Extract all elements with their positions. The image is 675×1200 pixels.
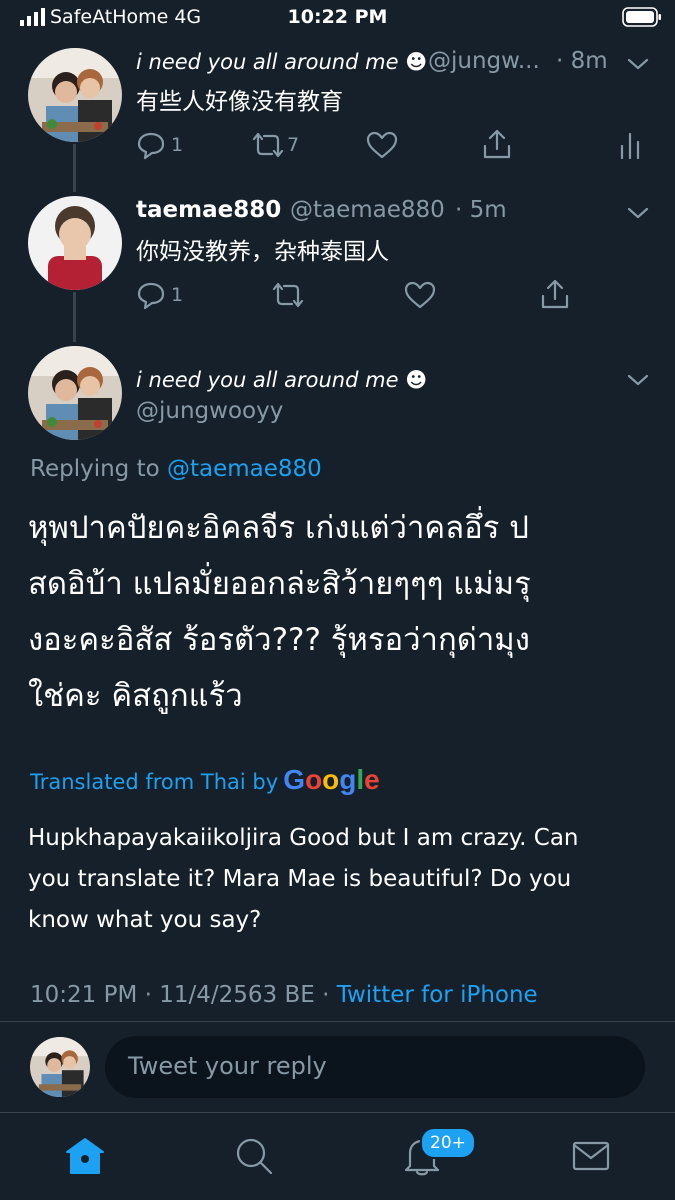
retweet-icon[interactable] <box>270 280 306 310</box>
chevron-down-icon[interactable] <box>626 205 650 221</box>
timestamp-text: 10:21 PM · 11/4/2563 BE · <box>30 982 337 1008</box>
divider <box>0 1021 675 1022</box>
display-name-text: i need you all around me <box>136 368 399 392</box>
avatar[interactable] <box>28 48 122 142</box>
chevron-down-icon[interactable] <box>626 56 650 72</box>
share-icon[interactable] <box>482 128 512 160</box>
chevron-down-icon[interactable] <box>626 372 650 388</box>
replying-to: Replying to @taemae880 <box>30 456 322 482</box>
search-icon[interactable] <box>232 1134 276 1178</box>
tweet-text: หุพปาคปัยคะอิคลจีร เก่งแต่ว่าคลอึ่ร ป สด… <box>28 500 668 724</box>
display-name-text: i need you all around me <box>136 50 399 74</box>
avatar[interactable] <box>28 196 122 290</box>
user-handle[interactable]: @jungw... <box>428 48 540 74</box>
user-handle[interactable]: @taemae880 <box>290 197 445 223</box>
home-icon[interactable] <box>63 1134 107 1178</box>
tweet-text-line: สดอิบ้า แปลมั่ยออกล่ะสิว้ายๆๆๆ แม่มรุ <box>28 566 531 602</box>
reply-count: 1 <box>171 284 184 306</box>
google-logo: Google <box>283 764 380 795</box>
replying-to-handle[interactable]: @taemae880 <box>167 456 322 482</box>
notifications-badge: 20+ <box>420 1127 476 1159</box>
avatar-photo <box>28 346 122 440</box>
tweet-text-line: หุพปาคปัยคะอิคลจีร เก่งแต่ว่าคลอึ่ร ป <box>28 510 529 546</box>
tweet-text: 你妈没教养，杂种泰国人 <box>136 239 389 265</box>
avatar-photo <box>28 48 122 142</box>
status-bar: SafeAtHome 4G 10:22 PM <box>0 0 675 36</box>
display-name[interactable]: i need you all around me ☻ <box>136 368 427 392</box>
like-icon[interactable] <box>366 130 398 160</box>
like-icon[interactable] <box>404 280 436 310</box>
tweet-time: · 8m <box>556 48 608 74</box>
display-name[interactable]: taemae880 <box>136 197 281 223</box>
source-link[interactable]: Twitter for iPhone <box>337 982 538 1008</box>
translated-text: Hupkhapayakaiikoljira Good but I am craz… <box>28 818 668 941</box>
translated-text-line: you translate it? Mara Mae is beautiful?… <box>28 866 572 892</box>
translated-from-label: Translated from Thai by <box>30 770 279 794</box>
my-avatar[interactable] <box>30 1037 90 1097</box>
share-icon[interactable] <box>540 278 570 310</box>
display-name[interactable]: i need you all around me ☻ <box>136 50 427 74</box>
tweet-timestamp: 10:21 PM · 11/4/2563 BE · Twitter for iP… <box>30 982 538 1008</box>
clock: 10:22 PM <box>287 6 388 28</box>
avatar[interactable] <box>28 346 122 440</box>
translated-text-line: know what you say? <box>28 907 262 933</box>
smiley-emoji-icon: ☻ <box>405 50 428 74</box>
replying-to-label: Replying to <box>30 456 160 482</box>
thread-line <box>73 144 76 192</box>
avatar-photo <box>30 1037 90 1097</box>
retweet-icon[interactable] <box>250 130 286 160</box>
translated-text-line: Hupkhapayakaiikoljira Good but I am craz… <box>28 825 579 851</box>
tweet-text-line: งอะคะอิสัส ร้อรตัว??? รุ้หรอว่ากุด่ามุง <box>28 622 530 658</box>
reply-icon[interactable] <box>136 130 166 160</box>
reply-icon[interactable] <box>136 280 166 310</box>
tweet-text: 有些人好像没有教育 <box>136 89 343 115</box>
analytics-icon[interactable] <box>618 130 642 160</box>
battery-icon <box>622 7 661 27</box>
tweet-time: · 5m <box>455 197 507 223</box>
user-handle[interactable]: @jungwooyy <box>136 398 283 424</box>
mail-icon[interactable] <box>569 1134 613 1178</box>
smiley-emoji-icon: ☻ <box>405 368 428 392</box>
retweet-count: 7 <box>287 134 300 156</box>
translation-attribution[interactable]: Translated from Thai by Google <box>30 764 380 796</box>
thread-line <box>73 292 76 342</box>
reply-count: 1 <box>171 134 184 156</box>
divider <box>0 1112 675 1113</box>
reply-placeholder: Tweet your reply <box>128 1052 327 1080</box>
avatar-photo <box>28 196 122 290</box>
tweet-text-line: ใช่คะ คิสถูกแร้ว <box>28 678 243 714</box>
